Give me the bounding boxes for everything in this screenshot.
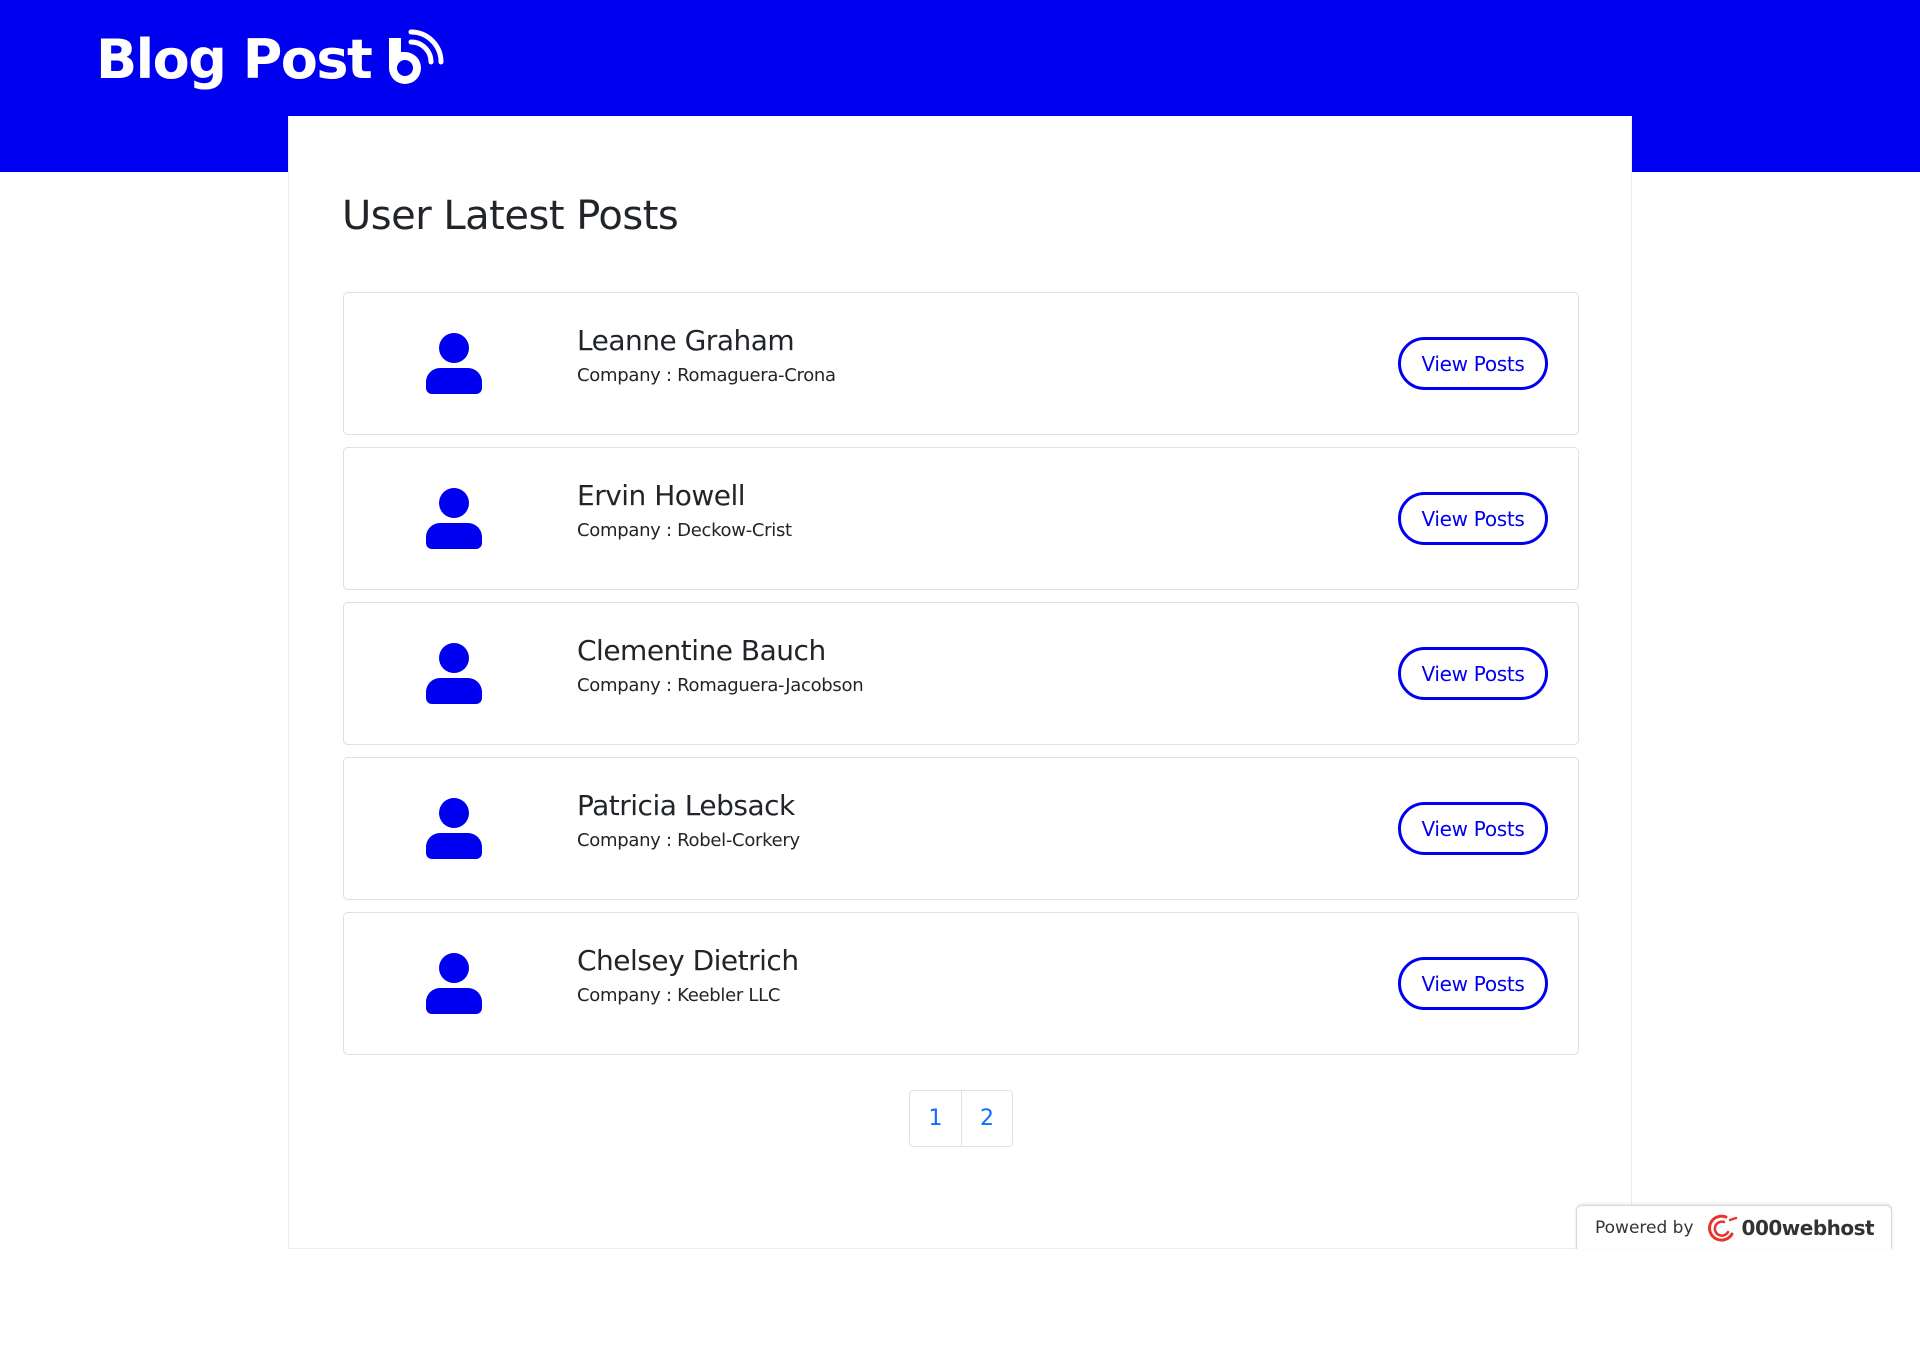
user-avatar-icon	[426, 332, 482, 394]
view-posts-button[interactable]: View Posts	[1398, 957, 1548, 1010]
000webhost-logo-icon	[1707, 1214, 1737, 1242]
brand-title: Blog Post	[96, 28, 373, 91]
user-info: Patricia Lebsack Company : Robel-Corkery	[577, 788, 800, 854]
blogger-rss-icon	[389, 29, 444, 84]
view-posts-button[interactable]: View Posts	[1398, 337, 1548, 390]
powered-by-label: Powered by	[1595, 1217, 1694, 1238]
user-info: Leanne Graham Company : Romaguera-Crona	[577, 323, 836, 389]
view-posts-button[interactable]: View Posts	[1398, 802, 1548, 855]
view-posts-button[interactable]: View Posts	[1398, 647, 1548, 700]
user-row: Leanne Graham Company : Romaguera-Crona …	[343, 292, 1579, 435]
pagination: 1 2	[909, 1090, 1013, 1147]
user-company: Company : Deckow-Crist	[577, 520, 792, 541]
content-card: User Latest Posts Leanne Graham Company …	[288, 116, 1632, 1249]
user-row: Ervin Howell Company : Deckow-Crist View…	[343, 447, 1579, 590]
brand[interactable]: Blog Post	[96, 24, 445, 96]
page-link-2[interactable]: 2	[961, 1091, 1012, 1146]
user-company: Company : Keebler LLC	[577, 985, 781, 1006]
user-info: Ervin Howell Company : Deckow-Crist	[577, 478, 792, 544]
user-company: Company : Romaguera-Crona	[577, 365, 836, 386]
user-company: Company : Romaguera-Jacobson	[577, 675, 864, 696]
page-title: User Latest Posts	[342, 193, 679, 239]
user-name: Chelsey Dietrich	[577, 944, 799, 977]
user-row: Clementine Bauch Company : Romaguera-Jac…	[343, 602, 1579, 745]
user-name: Patricia Lebsack	[577, 789, 795, 822]
view-posts-button[interactable]: View Posts	[1398, 492, 1548, 545]
user-row: Patricia Lebsack Company : Robel-Corkery…	[343, 757, 1579, 900]
user-company: Company : Robel-Corkery	[577, 830, 800, 851]
user-avatar-icon	[426, 487, 482, 549]
user-name: Ervin Howell	[577, 479, 746, 512]
webhost-name: 000webhost	[1741, 1215, 1875, 1240]
user-name: Clementine Bauch	[577, 634, 826, 667]
user-list: Leanne Graham Company : Romaguera-Crona …	[343, 292, 1579, 1067]
page-link-1[interactable]: 1	[910, 1091, 961, 1146]
user-name: Leanne Graham	[577, 324, 795, 357]
user-info: Chelsey Dietrich Company : Keebler LLC	[577, 943, 799, 1009]
user-info: Clementine Bauch Company : Romaguera-Jac…	[577, 633, 864, 699]
powered-by-badge[interactable]: Powered by 000webhost	[1576, 1205, 1892, 1249]
user-avatar-icon	[426, 642, 482, 704]
user-avatar-icon	[426, 797, 482, 859]
user-avatar-icon	[426, 952, 482, 1014]
user-row: Chelsey Dietrich Company : Keebler LLC V…	[343, 912, 1579, 1055]
